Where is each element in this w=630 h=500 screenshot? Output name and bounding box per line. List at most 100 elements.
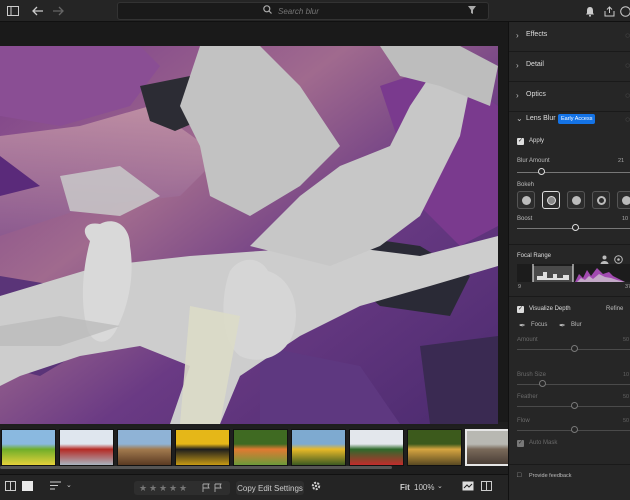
depth-visualization-photo[interactable] [0, 46, 498, 424]
flow-slider-thumb[interactable] [571, 426, 578, 433]
split-view-icon[interactable] [481, 481, 492, 493]
eye-icon[interactable]: ◌ [625, 115, 630, 124]
amount-label: Amount [517, 337, 538, 343]
flow-value: 50 [623, 418, 630, 424]
svg-text:★: ★ [159, 484, 167, 494]
thumb-christmas-tree[interactable] [349, 429, 404, 466]
search-icon [263, 5, 272, 17]
zoom-value[interactable]: 100% [414, 483, 434, 492]
thumb-winter-barn[interactable] [59, 429, 114, 466]
flow-label: Flow [517, 418, 530, 424]
search-bar[interactable] [117, 2, 489, 20]
brush-size-slider-track[interactable] [517, 384, 630, 385]
eye-icon[interactable]: ◌ [625, 91, 630, 100]
sort-icon[interactable] [50, 481, 61, 492]
feather-slider-thumb[interactable] [571, 402, 578, 409]
section-label: Optics [526, 91, 546, 98]
bokeh-option-blade[interactable] [567, 191, 585, 209]
boost-value: 10 [622, 216, 629, 222]
section-label: Lens Blur [526, 115, 556, 122]
svg-text:★: ★ [179, 484, 187, 494]
chevron-right-icon: › [516, 61, 519, 70]
bell-icon[interactable] [582, 3, 598, 19]
back-arrow-icon[interactable] [30, 3, 46, 19]
apply-checkbox[interactable]: ✓ [517, 138, 524, 145]
provide-feedback-link[interactable]: Provide feedback [529, 473, 572, 479]
search-input[interactable] [278, 5, 428, 18]
thumb-garden-people[interactable] [233, 429, 288, 466]
copy-edit-settings-button[interactable]: Copy Edit Settings [236, 481, 304, 495]
bokeh-option-bubble[interactable] [542, 191, 560, 209]
focal-min-value: 9 [518, 284, 522, 290]
zoom-chevron-icon[interactable]: ⌄ [437, 482, 443, 490]
brush-size-value: 10 [623, 372, 630, 378]
section-label: Effects [526, 31, 548, 38]
image-canvas[interactable] [0, 22, 508, 424]
feedback-icon[interactable]: □ [517, 472, 521, 479]
forward-arrow-icon[interactable] [50, 3, 66, 19]
bokeh-label: Bokeh [517, 182, 535, 188]
focus-brush-label[interactable]: Focus [531, 322, 547, 328]
effects-section[interactable]: › Effects ◌ [509, 22, 630, 52]
divider [509, 296, 630, 297]
focal-range-label: Focal Range [517, 253, 552, 259]
settings-gear-icon[interactable] [311, 481, 321, 493]
chevron-right-icon: › [516, 31, 519, 40]
eye-icon[interactable]: ◌ [625, 31, 630, 40]
detail-section[interactable]: › Detail ◌ [509, 52, 630, 82]
boost-slider-thumb[interactable] [571, 224, 579, 231]
thumb-sunflowers[interactable] [291, 429, 346, 466]
feather-label: Feather [517, 394, 538, 400]
blur-amount-label: Blur Amount [517, 158, 550, 164]
focal-range-histogram[interactable] [517, 264, 630, 282]
sidebar-toggle-icon[interactable] [5, 3, 21, 19]
bottom-toolbar: ⌄ ★ ★ ★ ★ ★ Copy Edit Settings Fit 100% ⌄ [0, 474, 508, 500]
brush-icon[interactable]: ✒ [519, 321, 526, 330]
refine-dropdown[interactable]: Refine [606, 306, 623, 312]
share-icon[interactable] [601, 3, 617, 19]
brush-icon[interactable]: ✒ [559, 321, 566, 330]
svg-text:★: ★ [149, 484, 157, 494]
grid-view-icon[interactable] [5, 481, 16, 493]
visualize-depth-checkbox[interactable]: ✓ [517, 306, 524, 313]
amount-value: 50 [623, 337, 630, 343]
eye-icon[interactable]: ◌ [625, 61, 630, 70]
top-toolbar [0, 0, 630, 22]
blur-amount-slider-track[interactable] [517, 172, 630, 173]
blur-amount-value: 21 [618, 158, 625, 164]
help-icon[interactable] [617, 3, 630, 19]
filmstrip-scrollbar[interactable] [0, 466, 392, 469]
apply-label: Apply [529, 138, 545, 144]
visualize-depth-label: Visualize Depth [529, 306, 571, 312]
brush-size-slider-thumb[interactable] [539, 380, 546, 387]
feather-value: 50 [623, 394, 630, 400]
compare-view-icon[interactable] [462, 481, 474, 493]
divider [509, 244, 630, 245]
thumb-forest-path[interactable] [407, 429, 462, 466]
auto-mask-checkbox[interactable]: ✓ [517, 440, 524, 447]
single-view-icon[interactable] [22, 481, 33, 493]
chevron-down-icon: ⌄ [516, 114, 523, 123]
amount-slider-thumb[interactable] [571, 345, 578, 352]
edit-panel: › Effects ◌ › Detail ◌ › Optics ◌ ⌄ Lens… [508, 22, 630, 500]
bokeh-option-cat-eye[interactable] [617, 191, 630, 209]
filter-icon[interactable] [468, 6, 476, 16]
blur-brush-label[interactable]: Blur [571, 322, 582, 328]
bokeh-option-circle[interactable] [517, 191, 535, 209]
section-label: Detail [526, 61, 544, 68]
sort-chevron-icon[interactable]: ⌄ [66, 481, 72, 489]
early-access-badge: Early Access [558, 114, 596, 124]
fit-label[interactable]: Fit [400, 483, 410, 492]
svg-text:★: ★ [169, 484, 177, 494]
filmstrip [0, 426, 520, 470]
thumb-yellow-machine[interactable] [175, 429, 230, 466]
chevron-right-icon: › [516, 91, 519, 100]
rating-stars[interactable]: ★ ★ ★ ★ ★ [134, 481, 230, 495]
bokeh-option-ring[interactable] [592, 191, 610, 209]
divider [509, 464, 630, 465]
thumb-field-kids[interactable] [1, 429, 56, 466]
svg-text:★: ★ [139, 484, 147, 494]
auto-mask-label: Auto Mask [529, 440, 558, 446]
blur-amount-slider-thumb[interactable] [537, 168, 545, 175]
thumb-desert-car[interactable] [117, 429, 172, 466]
